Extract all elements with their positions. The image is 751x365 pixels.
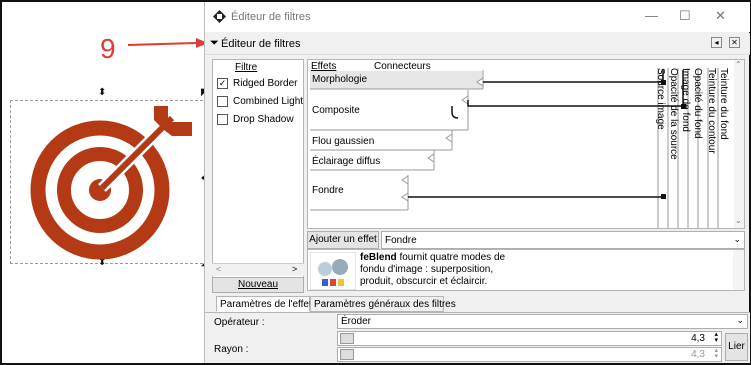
filter-editor-window: Éditeur de filtres — ☐ ✕ ⏷ Éditeur de fi… xyxy=(204,2,750,363)
slider-thumb[interactable] xyxy=(340,333,354,344)
effect-description-text: feBlend fournit quatre modes de fondu d'… xyxy=(360,252,510,288)
scroll-left-icon[interactable]: < xyxy=(216,264,221,274)
filter-label: Combined Light xyxy=(233,95,304,107)
slider-thumb[interactable] xyxy=(340,349,354,360)
link-button[interactable]: Lier xyxy=(725,333,748,361)
operator-value: Éroder xyxy=(341,316,372,327)
input-background-image: Image de fond xyxy=(680,68,691,132)
annotation-arrow-nine xyxy=(128,38,208,48)
maximize-icon[interactable]: ☐ xyxy=(679,8,691,24)
operator-label: Opérateur : xyxy=(214,317,265,328)
scale-handle-top[interactable]: ⬍ xyxy=(98,88,106,98)
add-effect-button[interactable]: Ajouter un effet : xyxy=(307,231,379,261)
radius-y-slider[interactable]: 4,3 ▴ ▾ xyxy=(337,347,722,362)
filter-checkbox[interactable]: ✓ xyxy=(217,77,228,89)
close-icon[interactable]: ✕ xyxy=(715,8,726,24)
scroll-up-icon[interactable]: ⌃ xyxy=(735,60,742,69)
filter-editor-icon xyxy=(213,10,226,23)
input-fill-paint: Teinture du fond xyxy=(718,68,729,140)
operator-select[interactable]: Éroder ⌄ xyxy=(337,314,748,329)
filter-label: Drop Shadow xyxy=(233,113,294,125)
dropdown-icon[interactable]: ⌄ xyxy=(736,315,744,326)
dropdown-icon[interactable]: ⌄ xyxy=(733,234,741,245)
radius-label: Rayon : xyxy=(214,344,249,355)
tab-effect-settings[interactable]: Paramètres de l'effet xyxy=(216,296,312,312)
filter-checkbox[interactable] xyxy=(217,113,228,125)
dock-collapse-icon[interactable]: ◂ xyxy=(711,37,722,48)
radius-y-value: 4,3 xyxy=(691,349,705,360)
filter-list-scrollbar[interactable]: < > xyxy=(212,263,304,276)
effects-scrollbar[interactable]: ⌃ ⌄ xyxy=(734,60,744,228)
input-source-opacity: Opacité de la source xyxy=(668,68,679,160)
spinner-icon[interactable]: ▴ ▾ xyxy=(714,331,718,344)
description-scrollbar[interactable] xyxy=(733,250,744,290)
radius-x-value: 4,3 xyxy=(691,333,705,344)
effects-panel: Effets Connecteurs Morphologie Composite… xyxy=(307,59,745,229)
input-source-image: Source image xyxy=(655,68,666,130)
annotation-nine: 9 xyxy=(100,33,116,64)
filter-row-drop-shadow[interactable]: Drop Shadow xyxy=(217,110,307,128)
dock-header: ⏷ Éditeur de filtres ◂ ✕ xyxy=(205,33,750,55)
filter-column-header: Filtre xyxy=(235,62,258,73)
target-logo[interactable] xyxy=(22,102,202,262)
radius-x-slider[interactable]: 4,3 ▴ ▾ xyxy=(337,331,722,346)
filter-checkbox[interactable] xyxy=(217,95,228,107)
effect-parameters: Opérateur : Éroder ⌄ Rayon : 4,3 ▴ ▾ 4,3 … xyxy=(205,312,750,363)
dock-close-icon[interactable]: ✕ xyxy=(729,37,740,48)
input-background-opacity: Opacité du fond xyxy=(692,68,703,139)
effect-type-select[interactable]: Fondre ⌄ xyxy=(381,231,745,249)
filter-list: Filtre ✓ Ridged Border Combined Light Dr… xyxy=(212,59,304,291)
funnel-icon: ⏷ xyxy=(210,37,219,49)
filter-row-combined-light[interactable]: Combined Light xyxy=(217,92,307,110)
window-title: Éditeur de filtres xyxy=(231,11,311,23)
tab-filter-general-settings[interactable]: Paramètres généraux des filtres xyxy=(310,296,456,312)
input-stroke-paint: Teinture du contour xyxy=(706,68,717,154)
blend-effect-icon xyxy=(310,252,356,290)
filter-label: Ridged Border xyxy=(233,77,298,89)
scroll-right-icon[interactable]: > xyxy=(292,264,297,274)
filter-row-ridged-border[interactable]: ✓ Ridged Border xyxy=(217,74,307,92)
effect-description-title: feBlend xyxy=(360,252,397,263)
dock-title: Éditeur de filtres xyxy=(221,38,301,50)
title-bar: Éditeur de filtres — ☐ ✕ xyxy=(205,2,750,32)
effect-type-value: Fondre xyxy=(385,235,417,246)
scroll-down-icon[interactable]: ⌄ xyxy=(735,216,742,225)
effect-description: feBlend fournit quatre modes de fondu d'… xyxy=(307,249,745,291)
add-effect-bar: Ajouter un effet : Fondre ⌄ xyxy=(307,231,745,261)
spinner-icon[interactable]: ▴ ▾ xyxy=(714,347,718,360)
new-filter-button[interactable]: Nouveau xyxy=(212,277,304,293)
minimize-icon[interactable]: — xyxy=(645,8,658,23)
